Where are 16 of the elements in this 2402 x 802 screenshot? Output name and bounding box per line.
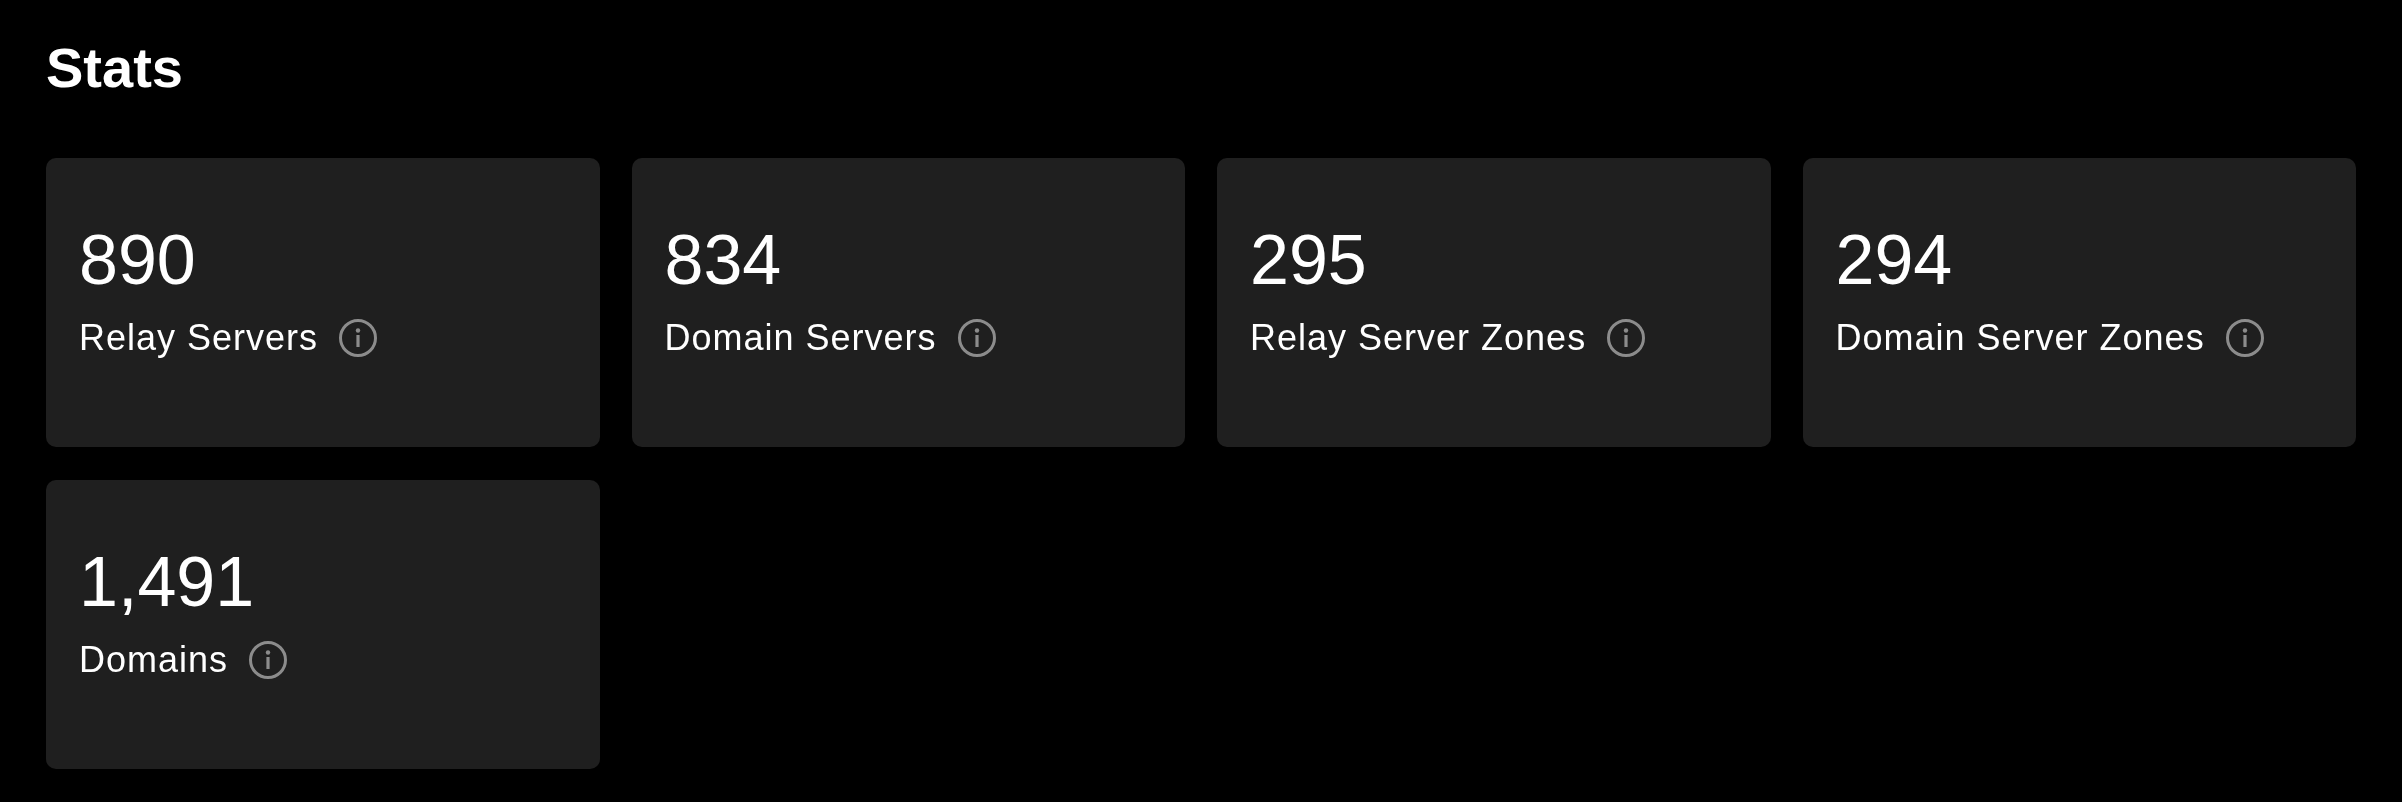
stat-label: Domain Server Zones (1835, 316, 2205, 360)
info-icon[interactable] (248, 640, 289, 680)
info-icon[interactable] (2224, 318, 2265, 358)
page-title: Stats (46, 35, 184, 101)
stat-value: 834 (664, 220, 782, 301)
stat-label: Domains (79, 638, 229, 682)
info-icon[interactable] (1606, 318, 1647, 358)
stat-label: Domain Servers (664, 316, 937, 360)
stat-value: 890 (79, 220, 196, 301)
info-icon[interactable] (956, 318, 997, 358)
stat-value: 1,491 (79, 542, 255, 623)
stat-value: 294 (1835, 220, 1953, 301)
stat-label: Relay Servers (79, 316, 319, 360)
stat-label: Relay Server Zones (1250, 316, 1587, 360)
info-icon[interactable] (338, 318, 379, 358)
stat-value: 295 (1250, 220, 1367, 301)
